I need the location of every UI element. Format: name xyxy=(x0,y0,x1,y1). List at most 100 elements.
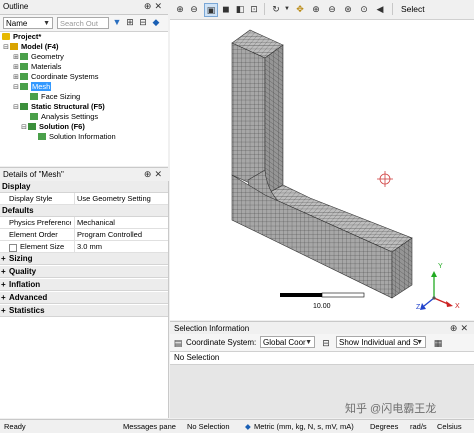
pane-controls[interactable]: ⊕✕ xyxy=(450,323,471,334)
rotate-dropdown-icon[interactable]: ▼ xyxy=(281,3,293,15)
box-select-icon[interactable]: ▣ xyxy=(204,3,218,17)
section-statistics-label: Statistics xyxy=(9,306,45,315)
close-icon[interactable]: ✕ xyxy=(154,169,165,179)
axis-z-label: Z xyxy=(416,304,421,311)
tree-node-analysis-settings-label: Analysis Settings xyxy=(41,112,99,121)
status-messages-pane[interactable]: Messages pane xyxy=(123,420,176,433)
section-inflation[interactable]: + Inflation xyxy=(0,279,168,291)
status-units[interactable]: Metric (mm, kg, N, s, mV, mA) xyxy=(254,420,354,433)
zoom-out-icon[interactable]: ⊖ xyxy=(188,3,200,15)
filter-icon[interactable]: ◆ xyxy=(150,16,162,28)
unit-toggle-icon[interactable]: ◆ xyxy=(245,420,251,433)
section-statistics[interactable]: + Statistics xyxy=(0,305,168,317)
tree-node-geometry[interactable]: ⊞ Geometry xyxy=(12,52,64,62)
expand-icon[interactable]: + xyxy=(1,253,6,265)
tree-node-solution-information-label: Solution Information xyxy=(49,132,116,141)
tree-node-coordinate-systems[interactable]: ⊞ Coordinate Systems xyxy=(12,72,99,82)
pane-controls[interactable]: ⊕✕ xyxy=(144,1,165,12)
expand-icon[interactable]: + xyxy=(1,266,6,278)
tree-node-materials[interactable]: ⊞ Materials xyxy=(12,62,61,72)
tree-node-face-sizing[interactable]: Face Sizing xyxy=(30,92,80,102)
coordinate-system-value: Global Coor xyxy=(263,338,306,347)
pane-controls[interactable]: ⊕✕ xyxy=(144,169,165,180)
status-rads[interactable]: rad/s xyxy=(410,420,427,433)
options-icon[interactable]: ▦ xyxy=(432,337,444,349)
section-defaults-label: Defaults xyxy=(2,206,34,215)
edge-select-icon[interactable]: ⊡ xyxy=(248,3,260,15)
chevron-down-icon: ▼ xyxy=(43,20,50,27)
box-zoom-icon[interactable]: ⊖ xyxy=(326,3,338,15)
face-select-icon[interactable]: ◧ xyxy=(234,3,246,15)
tree-node-solution[interactable]: ⊟ Solution (F6) xyxy=(20,122,85,132)
zoom-in-icon[interactable]: ⊕ xyxy=(174,3,186,15)
expand-icon[interactable]: + xyxy=(1,305,6,317)
physics-preference-value[interactable]: Mechanical xyxy=(74,217,166,228)
mesh-model-graphic xyxy=(231,29,453,310)
section-advanced[interactable]: + Advanced xyxy=(0,292,168,304)
tree-node-solution-information[interactable]: Solution Information xyxy=(38,132,116,142)
zoom-to-fit-icon[interactable]: ⊛ xyxy=(342,3,354,15)
collapse-icon[interactable]: ⊟ xyxy=(2,43,10,53)
status-ready: Ready xyxy=(4,422,26,431)
tree-node-model[interactable]: ⊟ Model (F4) xyxy=(2,42,58,53)
axis-x-label: X xyxy=(455,303,460,310)
expand-icon[interactable]: + xyxy=(1,279,6,291)
pin-icon[interactable]: ⊕ xyxy=(144,1,155,11)
collapse-all-icon[interactable]: ⊟ xyxy=(137,16,149,28)
expand-all-icon[interactable]: ⊞ xyxy=(124,16,136,28)
element-size-value[interactable]: 3.0 mm xyxy=(74,241,166,252)
section-sizing[interactable]: + Sizing xyxy=(0,253,168,265)
selection-info-status-row: No Selection xyxy=(170,352,474,365)
row-element-order[interactable]: Element Order Program Controlled xyxy=(0,229,168,241)
section-defaults[interactable]: Defaults xyxy=(0,205,168,217)
row-physics-preference[interactable]: Physics Preference Mechanical xyxy=(0,217,168,229)
collapse-icon[interactable]: ⊟ xyxy=(12,103,20,113)
outline-toolbar: Name ▼ Search Out ▼ ⊞ ⊟ ◆ xyxy=(0,15,168,32)
parameter-checkbox[interactable] xyxy=(9,244,17,252)
name-filter-value: Name xyxy=(6,19,28,28)
collapse-icon[interactable]: ⊟ xyxy=(12,83,20,93)
info-icon[interactable]: ▤ xyxy=(172,337,184,349)
status-celsius[interactable]: Celsius xyxy=(437,420,462,433)
search-expand-icon[interactable]: ▼ xyxy=(111,16,123,28)
axis-triad xyxy=(420,271,453,310)
previous-view-icon[interactable]: ◀ xyxy=(374,3,386,15)
body-select-icon[interactable]: ◼ xyxy=(220,3,232,15)
zoom-icon[interactable]: ⊕ xyxy=(310,3,322,15)
graphics-viewport[interactable]: 10.00 Y Z X xyxy=(170,20,474,320)
tree-node-project[interactable]: Project* xyxy=(2,32,41,42)
collapse-icon[interactable]: ⊟ xyxy=(20,123,28,133)
display-style-label: Display Style xyxy=(9,194,53,203)
selection-info-header: Selection Information ⊕✕ xyxy=(170,321,474,335)
graphics-toolbar: ⊕ ⊖ ▣ ◼ ◧ ⊡ ↻ ▼ ✥ ⊕ ⊖ ⊛ ⊙ ◀ Select xyxy=(170,0,474,20)
pin-icon[interactable]: ⊕ xyxy=(144,169,155,179)
tree-node-mesh[interactable]: ⊟ Mesh xyxy=(12,82,52,93)
tree-node-analysis-settings[interactable]: Analysis Settings xyxy=(30,112,98,122)
show-individual-combo[interactable]: Show Individual and S ▼ xyxy=(336,336,426,348)
row-display-style[interactable]: Display Style Use Geometry Setting xyxy=(0,193,168,205)
pan-icon[interactable]: ✥ xyxy=(294,3,306,15)
name-filter-combo[interactable]: Name ▼ xyxy=(3,17,53,29)
axis-y-label: Y xyxy=(438,263,443,270)
section-quality[interactable]: + Quality xyxy=(0,266,168,278)
close-icon[interactable]: ✕ xyxy=(460,323,471,333)
magnifier-icon[interactable]: ⊙ xyxy=(358,3,370,15)
status-bar: Ready Messages pane No Selection ◆ Metri… xyxy=(0,419,474,433)
expand-icon[interactable]: + xyxy=(1,292,6,304)
status-no-selection: No Selection xyxy=(187,422,230,431)
search-input[interactable]: Search Out xyxy=(57,17,109,29)
close-icon[interactable]: ✕ xyxy=(154,1,165,11)
row-element-size[interactable]: Element Size 3.0 mm xyxy=(0,241,168,253)
tree-node-static-structural[interactable]: ⊟ Static Structural (F5) xyxy=(12,102,105,112)
element-order-value[interactable]: Program Controlled xyxy=(74,229,166,240)
section-display[interactable]: Display xyxy=(0,181,168,193)
tree-node-solution-label: Solution (F6) xyxy=(39,122,85,131)
coordinate-system-combo[interactable]: Global Coor ▼ xyxy=(260,336,315,348)
pin-icon[interactable]: ⊕ xyxy=(450,323,461,333)
copy-icon[interactable]: ⊟ xyxy=(320,337,332,349)
display-style-value[interactable]: Use Geometry Setting xyxy=(74,193,166,204)
tree-node-coordinate-systems-label: Coordinate Systems xyxy=(31,72,99,81)
status-degrees[interactable]: Degrees xyxy=(370,420,398,433)
select-mode-label[interactable]: Select xyxy=(401,4,425,14)
toolbar-separator xyxy=(392,3,393,15)
